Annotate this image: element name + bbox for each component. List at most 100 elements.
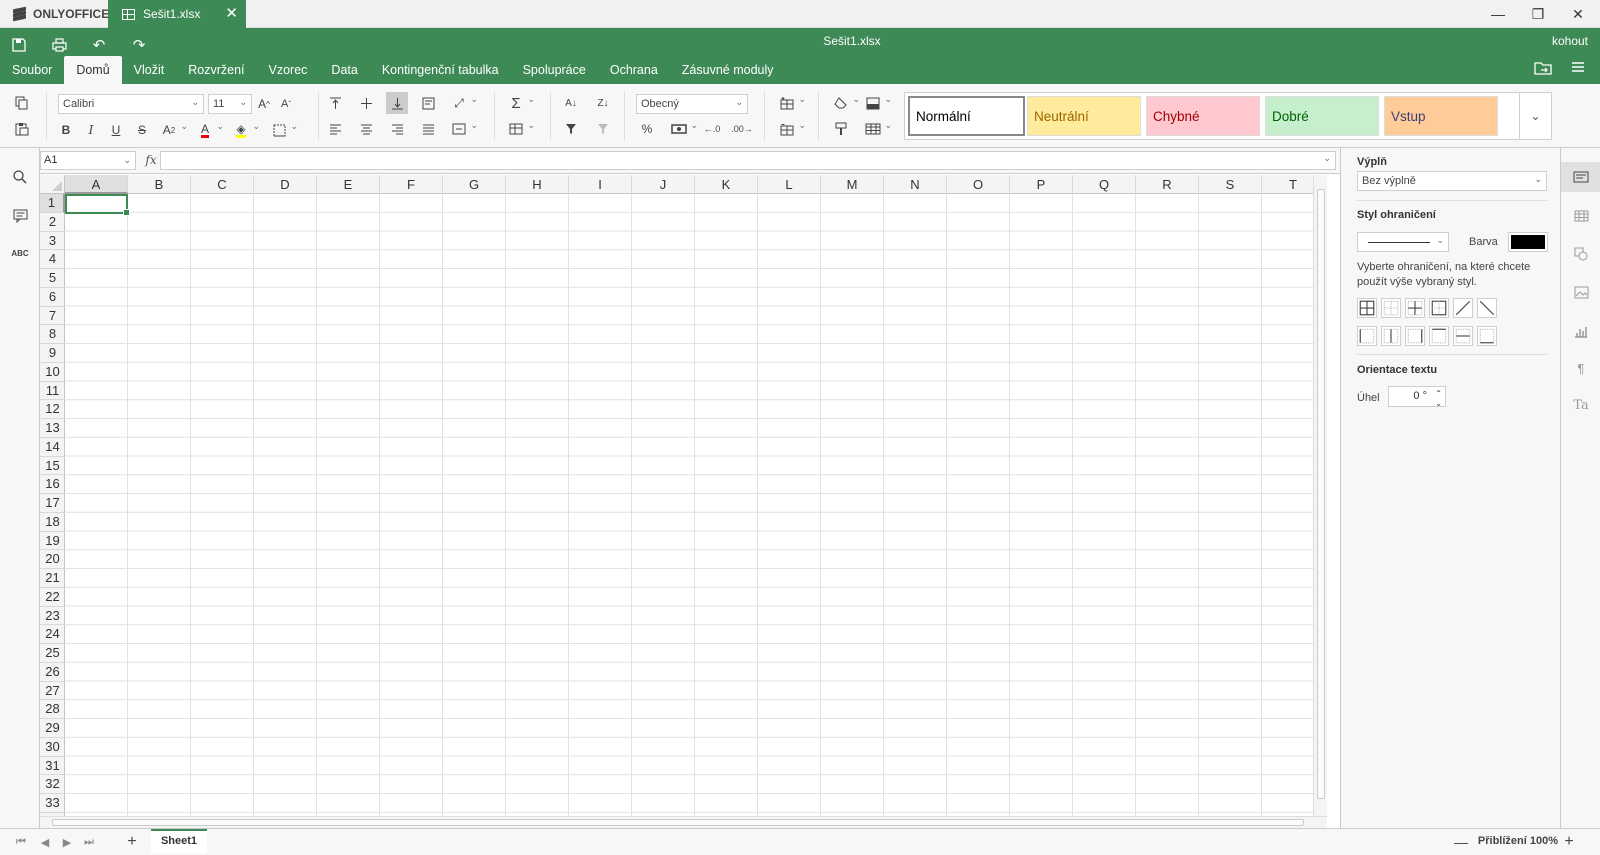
align-left-icon[interactable] (324, 118, 346, 140)
insert-cells-icon[interactable] (776, 92, 806, 114)
document-tab[interactable]: Sešit1.xlsx ✕ (108, 0, 246, 28)
row-header[interactable]: 16 (40, 475, 65, 494)
align-middle-icon[interactable] (355, 92, 377, 114)
increase-decimal-icon[interactable]: .00→ (731, 118, 753, 140)
column-header[interactable]: K (695, 175, 758, 194)
search-icon[interactable] (9, 166, 31, 188)
row-header[interactable]: 31 (40, 757, 65, 776)
align-right-icon[interactable] (386, 118, 408, 140)
spreadsheet-grid[interactable]: ABCDEFGHIJKLMNOPQRST 1 2 3 4 5 6 7 8 9 10 11 12 13 14… (40, 175, 1327, 816)
diagonal-up-icon[interactable] (1453, 298, 1473, 318)
cell-style-1[interactable]: Neutrální (1027, 96, 1141, 136)
horizontal-scroll-thumb[interactable] (52, 819, 1304, 826)
all-borders-icon[interactable] (1357, 298, 1377, 318)
italic-icon[interactable]: I (80, 119, 102, 141)
column-header[interactable]: N (884, 175, 947, 194)
number-format-select[interactable]: Obecný ⌄ (636, 94, 748, 114)
row-header[interactable]: 20 (40, 550, 65, 569)
row-header[interactable]: 28 (40, 700, 65, 719)
align-bottom-icon[interactable] (386, 92, 408, 114)
row-header[interactable]: 1 (40, 194, 65, 213)
active-cell-a1[interactable] (65, 194, 130, 216)
image-settings-icon[interactable] (1570, 281, 1592, 303)
inner-borders-icon[interactable] (1381, 298, 1401, 318)
close-tab-icon[interactable]: ✕ (225, 6, 238, 21)
autosum-icon[interactable]: Σ (505, 92, 535, 114)
menu-tab-0[interactable]: Soubor (0, 56, 64, 84)
top-border-icon[interactable] (1429, 326, 1449, 346)
row-header[interactable]: 2 (40, 213, 65, 232)
row-header[interactable]: 13 (40, 419, 65, 438)
row-header[interactable]: 23 (40, 607, 65, 626)
column-header[interactable]: F (380, 175, 443, 194)
inner-horizontal-icon[interactable] (1453, 326, 1473, 346)
font-color-icon[interactable]: A (194, 119, 224, 141)
close-window-icon[interactable]: ✕ (1558, 0, 1598, 28)
menu-tab-9[interactable]: Zásuvné moduly (670, 56, 786, 84)
border-color-swatch[interactable] (1508, 232, 1548, 252)
column-header[interactable]: Q (1073, 175, 1136, 194)
menu-tab-1[interactable]: Domů (64, 56, 122, 84)
row-header[interactable]: 22 (40, 588, 65, 607)
bold-icon[interactable]: B (55, 119, 77, 141)
column-header[interactable]: A (65, 175, 128, 194)
row-header[interactable]: 30 (40, 738, 65, 757)
user-name[interactable]: kohout (1552, 34, 1588, 48)
format-as-table-icon[interactable] (862, 118, 892, 140)
outer-border-icon[interactable] (1429, 298, 1449, 318)
chart-settings-icon[interactable] (1570, 320, 1592, 342)
row-header[interactable]: 33 (40, 794, 65, 813)
fill-color-icon[interactable]: ◈ (230, 119, 260, 141)
row-header[interactable]: 10 (40, 363, 65, 382)
row-header[interactable]: 25 (40, 644, 65, 663)
column-header[interactable]: B (128, 175, 191, 194)
column-header[interactable]: H (506, 175, 569, 194)
font-name-select[interactable]: Calibri ⌄ (58, 94, 204, 114)
filter-icon[interactable] (560, 118, 582, 140)
zoom-out-icon[interactable]: — (1452, 833, 1470, 851)
merge-cells-icon[interactable] (448, 118, 478, 140)
cell-style-0[interactable]: Normální (908, 96, 1025, 136)
vertical-scrollbar[interactable] (1313, 175, 1327, 816)
clear-filter-icon[interactable] (592, 118, 614, 140)
menu-tab-8[interactable]: Ochrana (598, 56, 670, 84)
last-sheet-icon[interactable]: ⏭ (80, 833, 98, 851)
subscript-icon[interactable]: A2 (158, 119, 188, 141)
column-header[interactable]: M (821, 175, 884, 194)
accounting-format-icon[interactable] (668, 118, 698, 140)
column-header[interactable]: G (443, 175, 506, 194)
row-header[interactable]: 5 (40, 269, 65, 288)
border-line-select[interactable]: ⌄ (1357, 232, 1449, 252)
column-header[interactable]: E (317, 175, 380, 194)
decrease-decimal-icon[interactable]: ←.0 (701, 118, 723, 140)
sort-ascending-icon[interactable]: A↓ (560, 92, 582, 114)
angle-spinner[interactable]: 0 ° ⌃ ⌄ (1388, 386, 1446, 408)
row-header[interactable]: 6 (40, 288, 65, 307)
row-header[interactable]: 9 (40, 344, 65, 363)
zoom-in-icon[interactable]: + (1560, 833, 1578, 851)
comments-icon[interactable] (9, 205, 31, 227)
column-header[interactable]: J (632, 175, 695, 194)
shape-settings-icon[interactable] (1570, 243, 1592, 265)
diagonal-down-icon[interactable] (1477, 298, 1497, 318)
row-header[interactable]: 26 (40, 663, 65, 682)
row-header[interactable]: 27 (40, 682, 65, 701)
fx-icon[interactable]: fx (142, 151, 160, 170)
text-orientation-icon[interactable]: ⤢ (448, 92, 478, 114)
sheet-tab[interactable]: Sheet1 (151, 829, 207, 853)
font-size-select[interactable]: 11 ⌄ (208, 94, 252, 114)
menu-tab-3[interactable]: Rozvržení (176, 56, 256, 84)
row-header[interactable]: 32 (40, 775, 65, 794)
column-header[interactable]: D (254, 175, 317, 194)
column-header[interactable]: I (569, 175, 632, 194)
strikethrough-icon[interactable]: S (131, 119, 153, 141)
row-header[interactable]: 7 (40, 307, 65, 326)
clear-icon[interactable] (830, 92, 860, 114)
underline-icon[interactable]: U (105, 119, 127, 141)
row-header[interactable]: 21 (40, 569, 65, 588)
column-header[interactable]: O (947, 175, 1010, 194)
increase-font-icon[interactable]: A ^ (253, 93, 275, 115)
row-header[interactable]: 18 (40, 513, 65, 532)
previous-sheet-icon[interactable]: ◀ (36, 833, 54, 851)
add-sheet-icon[interactable]: + (123, 833, 141, 851)
